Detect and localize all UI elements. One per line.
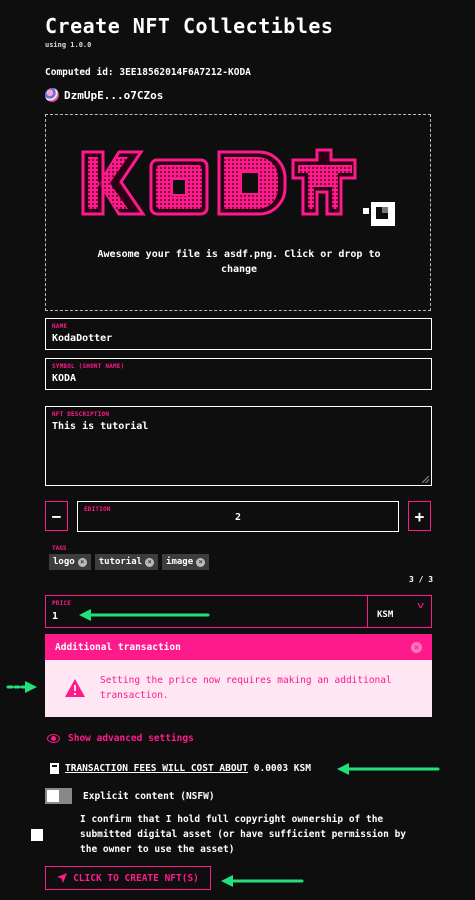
tag-list: logo × tutorial × image × [49,554,210,570]
fees-label: TRANSACTION FEES WILL COST ABOUT [65,763,249,774]
avatar [45,88,59,102]
description-field-label: NFT DESCRIPTION [52,411,110,418]
chevron-down-icon: v [416,601,425,611]
annotation-arrow-icon [6,681,37,693]
edition-increment-button[interactable]: + [408,501,431,531]
nsfw-toggle[interactable] [45,788,72,804]
koda-logo-image [81,148,395,226]
notice-header: Additional transaction × [45,634,432,660]
notice-title: Additional transaction [55,641,181,653]
tag-item: logo × [49,554,91,570]
tags-label: TAGS [52,545,67,552]
description-field-value: This is tutorial [52,421,149,432]
currency-value: KSM [377,610,394,620]
annotation-arrow-icon [337,763,440,775]
page-title: Create NFT Collectibles [45,14,334,38]
computed-id: Computed id: 3EE18562014F6A7212-KODA [45,67,251,78]
symbol-field-value: KODA [52,373,77,384]
edition-decrement-button[interactable]: − [45,501,68,531]
advanced-settings-label: Show advanced settings [68,733,194,744]
calculator-icon [50,763,59,774]
fees-amount: 0.0003 KSM [248,763,311,774]
annotation-arrow-icon [221,875,304,887]
dropzone-message: Awesome your file is asdf.png. Click or … [97,249,381,275]
notice-body: Setting the price now requires making an… [45,660,432,717]
owner-address: DzmUpE...o7CZos [64,88,164,102]
name-field-value: KodaDotter [52,333,113,344]
tag-item: tutorial × [94,554,159,570]
notice-message: Setting the price now requires making an… [100,675,392,701]
description-field[interactable]: NFT DESCRIPTION This is tutorial [45,406,432,486]
nsfw-row: Explicit content (NSFW) [45,788,215,804]
create-nft-label: CLICK TO CREATE NFT(S) [73,872,199,884]
tag-label: image [166,557,194,567]
currency-select[interactable]: KSM v [368,595,432,628]
tag-label: logo [53,557,75,567]
annotation-arrow-icon [79,609,210,621]
paper-plane-icon [57,873,68,883]
tag-remove-icon[interactable]: × [77,557,87,567]
edition-field-value: 2 [234,512,242,523]
additional-transaction-notice: Additional transaction × Setting the pri… [45,634,432,717]
version-label: using 1.0.0 [45,41,92,49]
name-field-label: NAME [52,323,68,330]
symbol-field[interactable]: SYMBOL (SHORT NAME) KODA [45,358,432,390]
name-field[interactable]: NAME KodaDotter [45,318,432,350]
close-icon[interactable]: × [411,641,422,653]
create-nft-button[interactable]: CLICK TO CREATE NFT(S) [45,866,211,890]
eye-icon [47,734,60,743]
symbol-field-label: SYMBOL (SHORT NAME) [52,363,125,370]
warning-icon [65,679,85,697]
price-field-value: 1 [52,611,59,622]
edition-field[interactable]: EDITION 2 [77,501,399,532]
tag-remove-icon[interactable]: × [196,557,206,567]
resize-handle-icon[interactable] [422,476,429,483]
nsfw-label: Explicit content (NSFW) [83,790,215,802]
tag-remove-icon[interactable]: × [145,557,155,567]
owner-account[interactable]: DzmUpE...o7CZos [45,88,163,102]
file-dropzone[interactable]: Awesome your file is asdf.png. Click or … [45,114,431,311]
transaction-fees: TRANSACTION FEES WILL COST ABOUT 0.0003 … [50,763,311,774]
tag-item: image × [162,554,210,570]
tags-count: 3 / 3 [409,575,434,584]
show-advanced-settings-toggle[interactable]: Show advanced settings [47,733,194,744]
copyright-confirm-label: I confirm that I hold full copyright own… [80,814,407,855]
tag-label: tutorial [98,557,143,567]
price-field-label: PRICE [52,600,72,607]
